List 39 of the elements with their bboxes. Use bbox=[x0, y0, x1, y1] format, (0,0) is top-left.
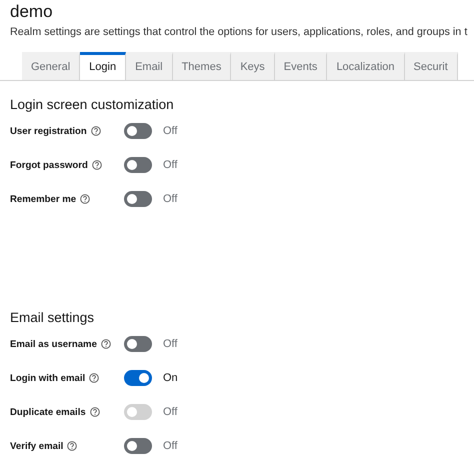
tab[interactable]: Localization bbox=[327, 52, 405, 80]
tab[interactable]: General bbox=[22, 52, 80, 80]
help-icon[interactable] bbox=[90, 126, 101, 136]
tab[interactable]: Login bbox=[80, 52, 126, 80]
realm-title: demo bbox=[9, 2, 54, 22]
setting-label: Remember me bbox=[10, 194, 76, 204]
toggle-switch[interactable] bbox=[124, 370, 152, 386]
help-icon[interactable] bbox=[89, 373, 100, 383]
tab[interactable]: Themes bbox=[172, 52, 232, 80]
setting-label: Login with email bbox=[10, 372, 86, 384]
setting-label: Duplicate emails bbox=[10, 406, 86, 418]
tab[interactable]: Securit bbox=[404, 52, 458, 80]
tab[interactable]: Keys bbox=[231, 52, 275, 80]
toggle-switch[interactable] bbox=[124, 157, 152, 173]
toggle-status: Off bbox=[163, 159, 178, 171]
toggle-switch[interactable] bbox=[124, 438, 152, 454]
toggle-status: On bbox=[163, 372, 178, 384]
setting-label: User registration bbox=[10, 126, 87, 136]
help-icon[interactable] bbox=[92, 160, 102, 170]
toggle-status: Off bbox=[163, 193, 178, 205]
setting-label: Verify email bbox=[10, 440, 64, 452]
toggle-switch[interactable] bbox=[124, 336, 152, 352]
help-icon[interactable] bbox=[67, 441, 78, 451]
realm-description: Realm settings are settings that control the options for users, applications, roles, and groups in t bbox=[9, 26, 468, 38]
help-icon[interactable] bbox=[100, 339, 111, 349]
toggle-status: Off bbox=[163, 338, 178, 350]
toggle-switch[interactable] bbox=[124, 123, 152, 139]
setting-label: Forgot password bbox=[10, 160, 88, 170]
toggle-switch[interactable] bbox=[124, 191, 152, 207]
tab[interactable]: Events bbox=[274, 52, 328, 80]
setting-label: Email as username bbox=[10, 338, 97, 350]
section-heading: Login screen customization bbox=[10, 97, 174, 112]
toggle-status: Off bbox=[163, 440, 178, 452]
tab[interactable]: Email bbox=[126, 52, 173, 80]
help-icon[interactable] bbox=[80, 194, 90, 204]
help-icon[interactable] bbox=[90, 407, 100, 417]
section-heading: Email settings bbox=[10, 310, 94, 325]
toggle-status: Off bbox=[163, 125, 178, 137]
toggle-status: Off bbox=[163, 406, 178, 418]
